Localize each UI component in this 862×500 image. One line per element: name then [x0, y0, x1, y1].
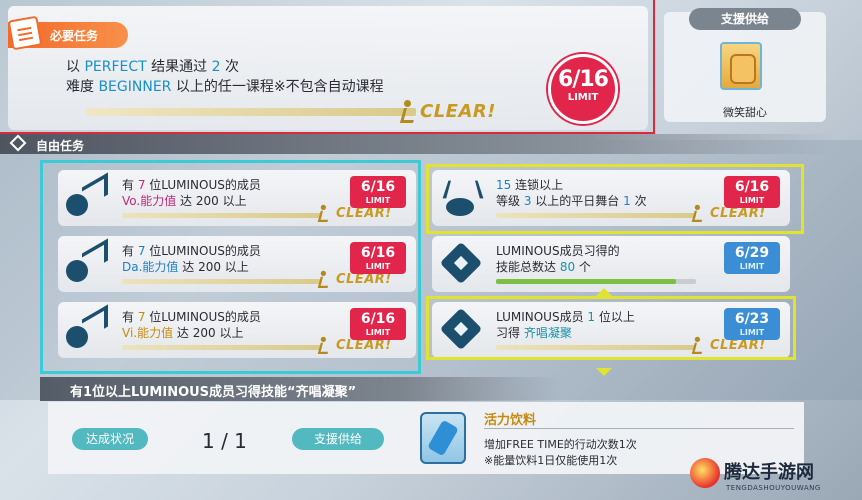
support-reward-title: 支援供给: [689, 8, 801, 30]
mission-progress-fill: [496, 279, 676, 284]
limit-badge: 6/29 LIMIT: [724, 242, 780, 274]
diamond-outline-icon: [9, 134, 27, 152]
status-label-pill: 达成状况: [72, 428, 148, 450]
honey-jar-icon[interactable]: [720, 42, 762, 90]
watermark-subtext: TENGDASHOUYOUWANG: [726, 484, 821, 492]
reward-description-2: ※能量饮料1日仅能使用1次: [484, 454, 618, 467]
watermark-logo-icon: [690, 458, 720, 488]
chevron-up-icon: [596, 288, 612, 296]
watermark-text: 腾达手游网: [724, 462, 814, 483]
mission-text: LUMINOUS成员习得的 技能总数达 80 个: [496, 244, 620, 274]
required-mission-highlight-frame: [0, 0, 655, 134]
energy-drink-icon: [420, 412, 466, 464]
mission-card-skills[interactable]: LUMINOUS成员习得的 技能总数达 80 个 6/29 LIMIT: [432, 236, 790, 292]
free-missions-header-label: 自由任务: [36, 139, 85, 153]
detail-title-bar: 有1位以上LUMINOUS成员习得技能“齐唱凝聚”: [40, 377, 560, 401]
progress-value: 1 / 1: [202, 429, 247, 453]
support-label-pill: 支援供给: [292, 428, 384, 450]
detail-title: 有1位以上LUMINOUS成员习得技能“齐唱凝聚”: [70, 385, 357, 400]
divider: [484, 428, 794, 429]
chevron-down-icon: [596, 368, 612, 376]
support-reward-name: 微笑甜心: [723, 106, 767, 119]
mission-progress-track: [496, 279, 696, 284]
selection-frame-right-bottom: [426, 296, 796, 360]
skill-diamond-icon: [436, 242, 486, 286]
reward-description-1: 增加FREE TIME的行动次数1次: [484, 438, 637, 451]
selection-frame-left: [40, 160, 421, 374]
selection-frame-right-top: [426, 164, 804, 234]
reward-name: 活力饮料: [484, 413, 537, 428]
support-reward-panel[interactable]: 支援供给 微笑甜心: [664, 8, 826, 122]
free-missions-header: 自由任务: [0, 134, 835, 154]
